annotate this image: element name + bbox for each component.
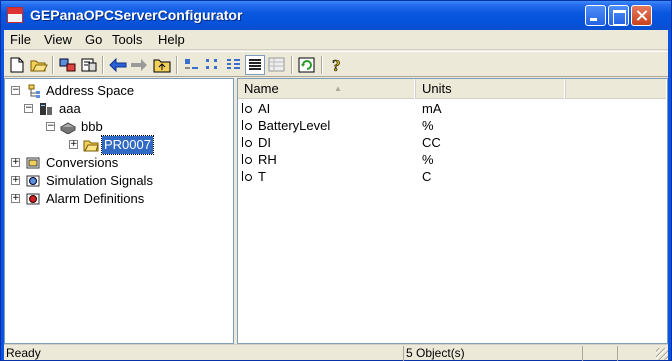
- tree-label: Simulation Signals: [46, 173, 153, 188]
- tag-units: %: [422, 152, 434, 167]
- tag-units: mA: [422, 101, 442, 116]
- window-title: GEPanaOPCServerConfigurator: [30, 7, 243, 23]
- up-folder-icon[interactable]: [152, 55, 172, 75]
- status-panel-1: [582, 346, 616, 361]
- properties-icon[interactable]: [79, 55, 99, 75]
- tag-name: BatteryLevel: [258, 118, 331, 133]
- minimize-button[interactable]: [585, 5, 606, 26]
- menu-tools[interactable]: Tools: [108, 32, 146, 48]
- back-arrow-icon[interactable]: [108, 55, 128, 75]
- tree-label: Conversions: [46, 155, 119, 170]
- title-bar[interactable]: GEPanaOPCServerConfigurator: [1, 1, 671, 30]
- column-header-empty[interactable]: [566, 79, 667, 99]
- collapse-icon[interactable]: −: [24, 104, 33, 113]
- large-icons-view-icon[interactable]: [182, 55, 202, 75]
- tag-icon: [242, 171, 252, 181]
- refresh-icon[interactable]: [297, 55, 317, 75]
- menu-file[interactable]: File: [6, 32, 35, 48]
- forward-arrow-icon[interactable]: [129, 55, 149, 75]
- connect-icon[interactable]: [58, 55, 78, 75]
- tag-icon: [242, 120, 252, 130]
- tag-icon: [242, 154, 252, 164]
- tag-units: %: [422, 118, 434, 133]
- svg-text:?: ?: [332, 56, 341, 74]
- sort-ascending-icon: ▲: [334, 84, 342, 93]
- details-view-icon[interactable]: [245, 55, 265, 75]
- column-header-units[interactable]: Units: [416, 79, 566, 99]
- resize-grip[interactable]: [656, 348, 668, 360]
- tag-icon: [242, 103, 252, 113]
- menu-go[interactable]: Go: [81, 32, 106, 48]
- open-icon[interactable]: [29, 55, 49, 75]
- tree-item-alarm-definitions[interactable]: + Alarm Definitions: [11, 190, 231, 208]
- tree-item-conversions[interactable]: + Conversions: [11, 154, 231, 172]
- tag-list[interactable]: Name ▲ Units AI mA BatteryLevel % DI CC …: [237, 78, 668, 344]
- help-icon[interactable]: ?: [327, 55, 347, 75]
- tag-units: C: [422, 169, 432, 184]
- status-text: Ready: [6, 346, 41, 360]
- grid-view-icon[interactable]: [267, 55, 287, 75]
- close-button[interactable]: [631, 5, 652, 26]
- list-item[interactable]: AI mA: [238, 100, 667, 117]
- tree-item-pr0007[interactable]: + PR0007: [69, 135, 229, 155]
- app-icon[interactable]: [7, 7, 23, 23]
- server-icon: [40, 103, 52, 115]
- small-icons-view-icon[interactable]: [203, 55, 223, 75]
- client-area: File View Go Tools Help ? − Address Spac…: [4, 30, 668, 361]
- tree-label: Address Space: [46, 83, 135, 98]
- new-icon[interactable]: [7, 55, 27, 75]
- tree-item-aaa[interactable]: − aaa: [24, 100, 224, 118]
- conversions-icon: [26, 157, 40, 169]
- list-item[interactable]: BatteryLevel %: [238, 117, 667, 134]
- address-tree[interactable]: − Address Space − aaa − bbb + PR0007 + C…: [4, 78, 234, 344]
- menu-bar: File View Go Tools Help: [4, 30, 668, 50]
- expand-icon[interactable]: +: [11, 158, 20, 167]
- tree-label: Alarm Definitions: [46, 191, 145, 206]
- status-panel-2: [617, 346, 651, 361]
- tag-units: CC: [422, 135, 441, 150]
- tree-item-bbb[interactable]: − bbb: [46, 118, 226, 136]
- object-count: 5 Object(s): [403, 346, 581, 361]
- column-name-label: Name: [244, 81, 279, 96]
- app-window: GEPanaOPCServerConfigurator File View Go…: [0, 0, 672, 361]
- collapse-icon[interactable]: −: [11, 86, 20, 95]
- address-space-icon: [28, 84, 40, 98]
- tree-item-address-space[interactable]: − Address Space: [11, 82, 231, 100]
- menu-help[interactable]: Help: [154, 32, 189, 48]
- tree-label: aaa: [59, 101, 81, 116]
- simulation-icon: [26, 175, 40, 187]
- tag-name: RH: [258, 152, 277, 167]
- expand-icon[interactable]: +: [11, 194, 20, 203]
- tag-name: AI: [258, 101, 271, 116]
- tree-label: PR0007: [101, 135, 154, 155]
- folder-icon: [83, 140, 99, 152]
- list-item[interactable]: RH %: [238, 151, 667, 168]
- list-view-icon[interactable]: [224, 55, 244, 75]
- toolbar: ?: [4, 51, 668, 77]
- column-header-name[interactable]: Name ▲: [238, 79, 416, 99]
- list-header: Name ▲ Units: [238, 79, 667, 99]
- menu-view[interactable]: View: [40, 32, 76, 48]
- column-units-label: Units: [422, 81, 452, 96]
- tag-icon: [242, 137, 252, 147]
- list-item[interactable]: DI CC: [238, 134, 667, 151]
- expand-icon[interactable]: +: [11, 176, 20, 185]
- list-item[interactable]: T C: [238, 168, 667, 185]
- collapse-icon[interactable]: −: [46, 122, 55, 131]
- tree-item-simulation-signals[interactable]: + Simulation Signals: [11, 172, 231, 190]
- tag-name: DI: [258, 135, 271, 150]
- device-icon: [60, 122, 76, 134]
- tag-name: T: [258, 169, 266, 184]
- expand-icon[interactable]: +: [69, 140, 78, 149]
- tree-label: bbb: [81, 119, 103, 134]
- status-bar: Ready 5 Object(s): [4, 344, 668, 361]
- maximize-button[interactable]: [608, 5, 629, 26]
- alarm-icon: [26, 193, 40, 205]
